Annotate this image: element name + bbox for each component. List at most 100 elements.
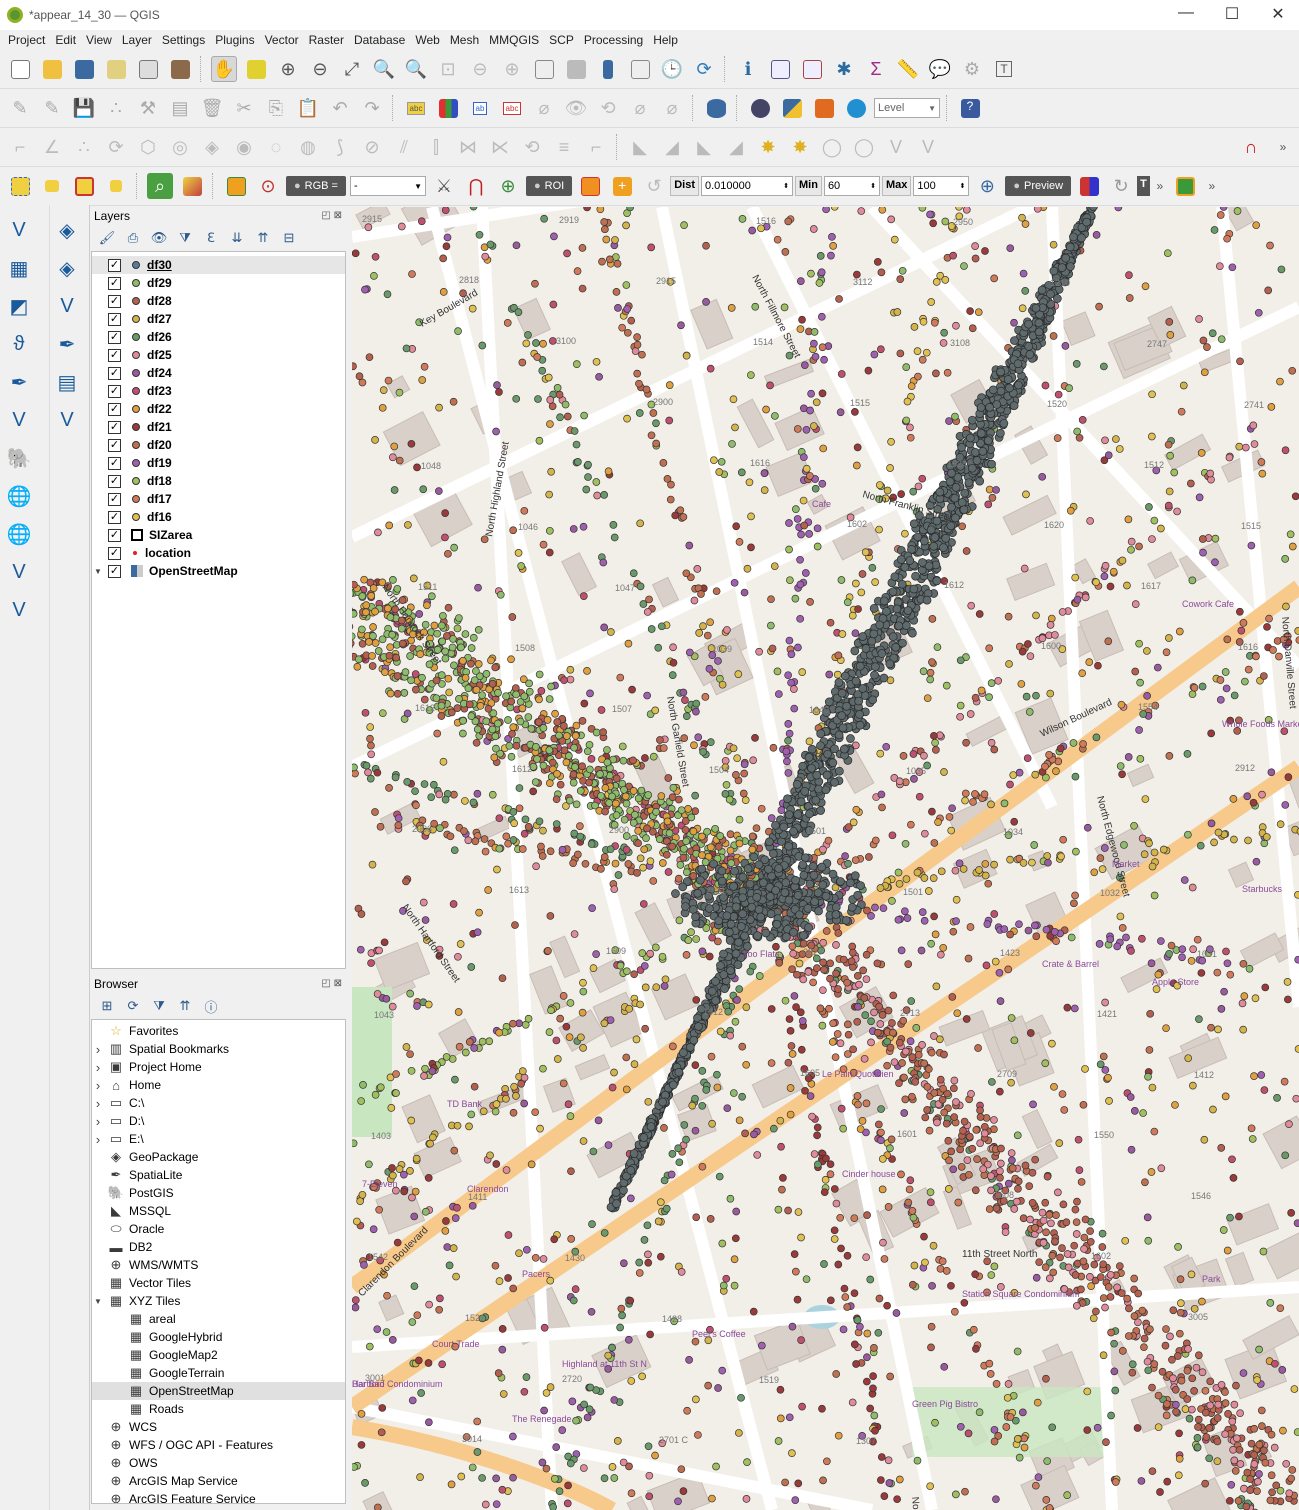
offset-curve-icon[interactable]: ⊘ bbox=[359, 134, 385, 160]
delete-ring-icon[interactable]: ◌ bbox=[263, 134, 289, 160]
menu-raster[interactable]: Raster bbox=[305, 33, 348, 47]
min-input[interactable]: 60 ⬍ bbox=[823, 176, 880, 196]
layer-visibility-checkbox[interactable]: ✓ bbox=[108, 402, 121, 416]
layer-visibility-checkbox[interactable]: ✓ bbox=[108, 456, 121, 470]
digitize-shape-icon[interactable]: ⚙ bbox=[959, 56, 985, 82]
new-3d-view-icon[interactable] bbox=[563, 56, 589, 82]
browser-float-close-icon[interactable]: ◰ ⊠ bbox=[321, 978, 342, 989]
highlight-labels-icon[interactable]: abc bbox=[499, 95, 525, 121]
layer-item[interactable]: ✓ df22 bbox=[92, 400, 345, 418]
add-wfs-icon[interactable]: 🌐 bbox=[6, 521, 32, 547]
layer-visibility-checkbox[interactable]: ✓ bbox=[108, 348, 121, 362]
trim-extend-icon[interactable]: ⌐ bbox=[583, 134, 609, 160]
layer-visibility-checkbox[interactable]: ✓ bbox=[108, 492, 121, 506]
browser-item[interactable]: ⊕ WFS / OGC API - Features bbox=[92, 1436, 345, 1454]
filter-legend-icon[interactable]: ⧩ bbox=[176, 229, 194, 247]
toolbar-overflow-2-icon[interactable]: » bbox=[1153, 173, 1167, 199]
python-console-icon[interactable] bbox=[779, 95, 805, 121]
new-project-icon[interactable] bbox=[7, 56, 33, 82]
browser-refresh-icon[interactable]: ⟳ bbox=[124, 997, 142, 1015]
layer-item[interactable]: ✓ df24 bbox=[92, 364, 345, 382]
layer-item[interactable]: ✓ df28 bbox=[92, 292, 345, 310]
layer-item[interactable]: ✓ df19 bbox=[92, 454, 345, 472]
show-bookmarks-icon[interactable] bbox=[627, 56, 653, 82]
scp-zoom-roi-icon[interactable]: ⊕ bbox=[495, 173, 521, 199]
layer-visibility-checkbox[interactable]: ✓ bbox=[108, 294, 121, 308]
add-spatialite-icon[interactable]: ✒ bbox=[6, 369, 32, 395]
layer-item[interactable]: ✓ df26 bbox=[92, 328, 345, 346]
fill-ring-icon[interactable]: ◉ bbox=[231, 134, 257, 160]
circle-feature-2-icon[interactable]: ◯ bbox=[851, 134, 877, 160]
layer-visibility-checkbox[interactable]: ✓ bbox=[108, 564, 121, 578]
expand-arrow-icon[interactable]: › bbox=[92, 1078, 104, 1093]
split-features-icon[interactable]: ⫽ bbox=[391, 134, 417, 160]
browser-item[interactable]: ◣ MSSQL bbox=[92, 1202, 345, 1220]
shape-digitize-4-icon[interactable]: ◢ bbox=[723, 134, 749, 160]
measure-ruler-icon[interactable]: 📏 bbox=[895, 56, 921, 82]
browser-item[interactable]: ▦ Roads bbox=[92, 1400, 345, 1418]
new-bookmark-icon[interactable] bbox=[595, 56, 621, 82]
simplify-icon[interactable]: ⬡ bbox=[135, 134, 161, 160]
print-layout-icon[interactable] bbox=[135, 56, 161, 82]
map-tips-icon[interactable]: 💬 bbox=[927, 56, 953, 82]
rotate-symbols-icon[interactable]: ⟲ bbox=[519, 134, 545, 160]
browser-item[interactable]: ▦ areal bbox=[92, 1310, 345, 1328]
layer-item[interactable]: ✓ df27 bbox=[92, 310, 345, 328]
current-edits-icon[interactable]: ✎ bbox=[7, 95, 33, 121]
preview-zoom-icon[interactable]: ⊕ bbox=[974, 173, 1000, 199]
rotate-feature-icon[interactable]: ⟳ bbox=[103, 134, 129, 160]
expand-arrow-icon[interactable]: › bbox=[92, 1060, 104, 1075]
plugin-hex-icon[interactable] bbox=[811, 95, 837, 121]
browser-item[interactable]: › ▭ C:\ bbox=[92, 1094, 345, 1112]
layer-visibility-checkbox[interactable]: ✓ bbox=[108, 546, 121, 560]
add-point-icon[interactable]: ∴ bbox=[103, 95, 129, 121]
dist-input[interactable]: 0.010000 ⬍ bbox=[700, 176, 793, 196]
menu-plugins[interactable]: Plugins bbox=[211, 33, 258, 47]
map-canvas[interactable]: North Fillmore Street North Highland Stre… bbox=[352, 207, 1299, 1510]
menu-settings[interactable]: Settings bbox=[158, 33, 209, 47]
add-wms-icon[interactable]: 🌐 bbox=[6, 483, 32, 509]
add-raster-layer-icon[interactable]: ▦ bbox=[6, 255, 32, 281]
label-tool-icon[interactable]: ⌀ bbox=[659, 95, 685, 121]
quickmapservices-icon[interactable] bbox=[747, 95, 773, 121]
browser-item[interactable]: ▬ DB2 bbox=[92, 1238, 345, 1256]
new-geopackage-icon[interactable]: ◈ bbox=[54, 217, 80, 243]
rgb-select[interactable]: - ▼ bbox=[349, 176, 426, 196]
toolbar-overflow-icon[interactable]: » bbox=[1270, 134, 1296, 160]
add-virtual-layer-icon[interactable]: V bbox=[6, 407, 32, 433]
delete-selected-icon[interactable]: 🗑 bbox=[199, 95, 225, 121]
browser-item[interactable]: ✒ SpatiaLite bbox=[92, 1166, 345, 1184]
shape-digitize-icon[interactable]: ◣ bbox=[627, 134, 653, 160]
manage-visibility-icon[interactable]: 👁 bbox=[150, 229, 168, 247]
layer-item[interactable]: ✓ df17 bbox=[92, 490, 345, 508]
show-hide-labels-icon[interactable]: 👁 bbox=[563, 95, 589, 121]
layer-item[interactable]: ✓ df18 bbox=[92, 472, 345, 490]
layer-item[interactable]: ✓ SIZarea bbox=[92, 526, 345, 544]
change-label-icon[interactable]: ⌀ bbox=[627, 95, 653, 121]
scp-band-set-icon[interactable] bbox=[223, 173, 249, 199]
menu-vector[interactable]: Vector bbox=[261, 33, 303, 47]
expand-arrow-icon[interactable]: › bbox=[92, 1114, 104, 1129]
layer-item[interactable]: ✓ df29 bbox=[92, 274, 345, 292]
browser-item[interactable]: 🐘 PostGIS bbox=[92, 1184, 345, 1202]
refresh-icon[interactable]: ⟳ bbox=[691, 56, 717, 82]
browser-item[interactable]: ▼ ▦ XYZ Tiles bbox=[92, 1292, 345, 1310]
expand-arrow-icon[interactable]: › bbox=[92, 1132, 104, 1147]
paste-features-icon[interactable]: 📋 bbox=[295, 95, 321, 121]
layer-item[interactable]: ✓ df23 bbox=[92, 382, 345, 400]
offset-symbols-icon[interactable]: ≡ bbox=[551, 134, 577, 160]
level-dropdown[interactable]: Level ▼ bbox=[874, 98, 940, 118]
reshape-icon[interactable]: ⟆ bbox=[327, 134, 353, 160]
statistics-sigma-icon[interactable]: Σ bbox=[863, 56, 889, 82]
max-input[interactable]: 100 ⬍ bbox=[913, 176, 970, 196]
copy-features-icon[interactable]: ⎘ bbox=[263, 95, 289, 121]
browser-item[interactable]: ▦ GoogleTerrain bbox=[92, 1364, 345, 1382]
star-feature-2-icon[interactable]: ✸ bbox=[787, 134, 813, 160]
browser-item[interactable]: ⊕ ArcGIS Map Service bbox=[92, 1472, 345, 1490]
new-spatialite-icon[interactable]: V bbox=[54, 293, 80, 319]
select-features-icon[interactable] bbox=[7, 173, 33, 199]
merge-features-icon[interactable]: ⋈ bbox=[455, 134, 481, 160]
zoom-in-icon[interactable]: ⊕ bbox=[275, 56, 301, 82]
zoom-next-icon[interactable]: ⊕ bbox=[499, 56, 525, 82]
expand-arrow-icon[interactable]: › bbox=[92, 1096, 104, 1111]
